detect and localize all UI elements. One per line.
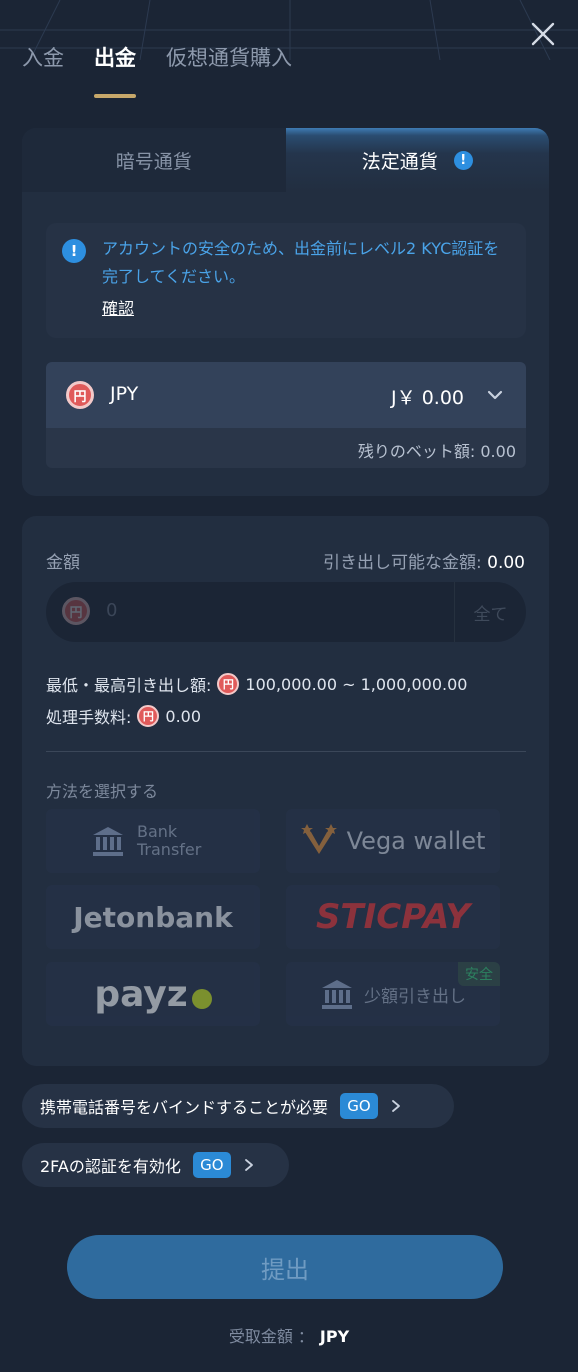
sticpay-logo: STICPAY [315,897,471,937]
limits-value: 100,000.00 ~ 1,000,000.00 [245,674,468,694]
method-sticpay[interactable]: STICPAY [286,885,500,949]
segment-crypto[interactable]: 暗号通貨 [22,128,286,192]
fee-label: 処理手数料: [46,708,132,727]
receive-label: 受取金額 ： [228,1327,314,1346]
bind-phone-prompt[interactable]: 携帯電話番号をバインドすることが必要 GO [22,1084,454,1128]
close-icon[interactable] [528,19,558,49]
currency-balance: J￥ 0.00 [391,387,464,409]
method-label: 方法を選択する [46,782,159,801]
bank-icon [322,980,352,1009]
vega-logo-icon [300,824,337,854]
amount-label: 金額 [46,553,80,573]
divider [46,751,526,752]
available-label: 引き出し可能な金額: [323,553,482,573]
chevron-right-icon [244,1159,253,1171]
remaining-bet-row: 残りのベット額: 0.00 [46,428,526,468]
jetonbank-logo: Jetonbank [73,900,233,934]
segment-fiat[interactable]: 法定通貨 ! [285,128,549,192]
top-tabs: 入金 出金 仮想通貨購入 [22,44,292,98]
method-bank-transfer[interactable]: Bank Transfer [46,809,260,873]
payz-label: payz [94,973,188,1015]
yen-icon: 円 [66,381,94,409]
limits-label: 最低・最高引き出し額: [46,676,212,695]
tab-crypto-purchase[interactable]: 仮想通貨購入 [166,44,292,72]
limits-row: 最低・最高引き出し額: 円 100,000.00 ~ 1,000,000.00 [46,672,467,696]
small-withdraw-label: 少額引き出し [364,986,466,1007]
remaining-bet-text: 残りのベット額: 0.00 [357,442,516,461]
tab-withdraw[interactable]: 出金 [94,44,136,98]
currency-select[interactable]: 円 JPY J￥ 0.00 [46,362,526,428]
amount-placeholder: 0 [106,600,118,621]
yen-icon: 円 [137,705,160,727]
enable-2fa-text: 2FAの認証を有効化 [40,1157,181,1176]
submit-button[interactable]: 提出 [67,1235,503,1299]
chevron-down-icon [487,390,503,400]
fee-row: 処理手数料: 円 0.00 [46,704,201,728]
payz-logo: payz [94,973,212,1015]
safe-badge: 安全 [458,962,500,986]
kyc-confirm-link[interactable]: 確認 [102,295,134,319]
info-icon[interactable]: ! [453,150,473,170]
yen-icon: 円 [62,597,90,625]
method-vega-wallet[interactable]: Vega wallet [286,809,500,873]
bank-icon [93,827,123,856]
withdraw-card: 金額 引き出し可能な金額: 0.00 円 0 全て 最低・最高引き出し額: 円 … [22,516,549,1066]
segment-crypto-label: 暗号通貨 [115,150,192,173]
receive-currency: JPY [319,1327,350,1346]
segment-fiat-label: 法定通貨 [361,150,438,173]
alert-icon: ! [62,239,86,263]
chevron-right-icon [392,1100,400,1112]
all-amount-button[interactable]: 全て [454,582,526,642]
vega-wallet-label: Vega wallet [346,827,486,855]
currency-type-segment: 暗号通貨 法定通貨 ! [22,128,549,192]
available-value: 0.00 [487,553,525,573]
receive-amount: 受取金額 ： JPY [0,1323,578,1347]
enable-2fa-prompt[interactable]: 2FAの認証を有効化 GO [22,1143,289,1187]
currency-code: JPY [110,383,139,405]
fee-value: 0.00 [165,706,202,726]
method-payz[interactable]: payz [46,962,260,1026]
payz-dot-icon [191,989,212,1009]
method-jetonbank[interactable]: Jetonbank [46,885,260,949]
method-small-withdraw[interactable]: 少額引き出し 安全 [286,962,500,1026]
bank-transfer-label: Bank Transfer [137,822,202,859]
kyc-notice: ! アカウントの安全のため、出金前にレベル2 KYC認証を完了してください。 確… [46,223,526,338]
kyc-message: アカウントの安全のため、出金前にレベル2 KYC認証を完了してください。 [102,239,500,286]
bind-phone-text: 携帯電話番号をバインドすることが必要 [40,1098,329,1117]
currency-card: 暗号通貨 法定通貨 ! ! アカウントの安全のため、出金前にレベル2 KYC認証… [22,128,549,496]
tab-deposit[interactable]: 入金 [22,44,64,72]
go-button[interactable]: GO [192,1152,231,1178]
yen-icon: 円 [217,673,240,695]
amount-input[interactable]: 円 0 全て [46,582,526,642]
available-amount: 引き出し可能な金額: 0.00 [323,548,525,573]
go-button[interactable]: GO [340,1093,379,1119]
